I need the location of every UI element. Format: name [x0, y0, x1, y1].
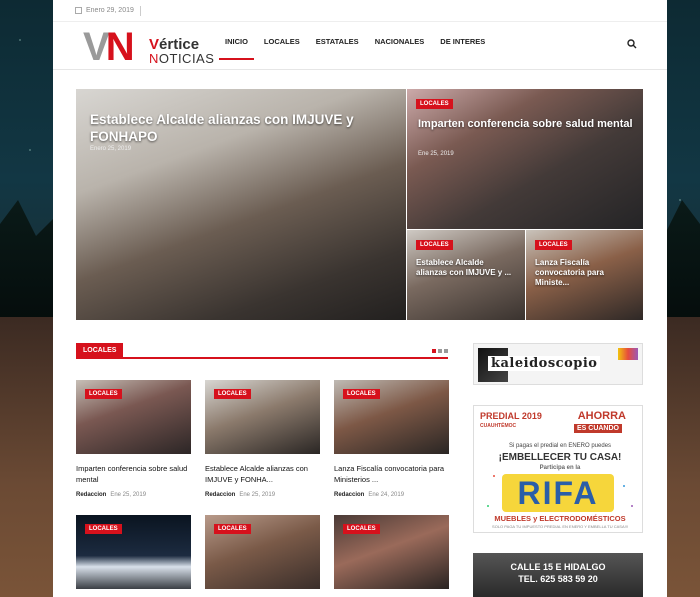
ad-address-line1: CALLE 15 E HIDALGO: [510, 562, 606, 572]
article-date: Ene 24, 2019: [368, 492, 405, 498]
hero-right-bottom-left-title[interactable]: Establece Alcalde alianzas con IMJUVE y …: [416, 258, 516, 278]
site-header: VN Vértice NOTICIAS INICIO LOCALES ESTAT…: [53, 22, 667, 70]
calendar-icon: [75, 7, 82, 14]
article-date: Ene 25, 2019: [239, 492, 276, 498]
pager-next-button[interactable]: [438, 349, 442, 353]
divider: [139, 5, 141, 16]
article-image[interactable]: LOCALES: [76, 515, 191, 589]
ad-es-cuando: ES CUANDO: [573, 424, 622, 433]
article-card[interactable]: LOCALES Establece Alcalde alianzas con I…: [205, 380, 320, 498]
hero-right-bottom-right-title[interactable]: Lanza Fiscalía convocatoria para Ministe…: [535, 258, 635, 288]
category-badge[interactable]: LOCALES: [214, 389, 251, 399]
ad-fine-print: SOLO PAGA TU IMPUESTO PREDIAL EN ENERO Y…: [492, 524, 628, 529]
hero-main-article[interactable]: Establece Alcalde alianzas con IMJUVE y …: [76, 89, 406, 320]
logo-word-noticias: NOTICIAS: [149, 51, 215, 66]
category-badge[interactable]: LOCALES: [416, 99, 453, 109]
article-meta: Redaccion Ene 24, 2019: [334, 492, 449, 498]
article-title[interactable]: Lanza Fiscalía convocatoria para Ministe…: [334, 463, 449, 485]
ad-muebles: MUEBLES y ELECTRODOMÉSTICOS: [494, 514, 626, 523]
ad-address-line2: TEL. 625 583 59 20: [518, 574, 598, 584]
nav-item-de-interes[interactable]: DE INTERES: [432, 22, 493, 70]
category-badge[interactable]: LOCALES: [343, 524, 380, 534]
ad-address-banner[interactable]: CALLE 15 E HIDALGO TEL. 625 583 59 20: [473, 553, 643, 597]
article-image[interactable]: LOCALES: [76, 380, 191, 454]
article-title[interactable]: Imparten conferencia sobre salud mental: [76, 463, 191, 485]
article-card[interactable]: LOCALES Lanza Fiscalía convocatoria para…: [334, 380, 449, 498]
top-bar: Enero 29, 2019: [53, 0, 667, 22]
site-logo[interactable]: VN Vértice NOTICIAS: [83, 27, 218, 69]
category-badge[interactable]: LOCALES: [343, 389, 380, 399]
ad-predial-rifa[interactable]: PREDIAL 2019 AHORRA ES CUANDO CUAUHTÉMOC…: [473, 405, 643, 533]
ad-pencils-graphic: [618, 348, 638, 360]
section-header: LOCALES: [76, 343, 448, 359]
article-date: Ene 25, 2019: [110, 492, 147, 498]
hero-main-title[interactable]: Establece Alcalde alianzas con IMJUVE y …: [90, 111, 360, 145]
article-image[interactable]: LOCALES: [205, 515, 320, 589]
category-badge[interactable]: LOCALES: [416, 240, 453, 250]
article-author[interactable]: Redaccion: [205, 492, 235, 498]
ad-kaleidoscopio-text: kaleidoscopio: [488, 356, 601, 371]
pager-next-button[interactable]: [444, 349, 448, 353]
ad-embellecer: ¡EMBELLECER TU CASA!: [498, 452, 622, 463]
search-icon[interactable]: [627, 36, 637, 49]
hero-right-top-article[interactable]: LOCALES Imparten conferencia sobre salud…: [407, 89, 643, 229]
article-meta: Redaccion Ene 25, 2019: [76, 492, 191, 498]
ad-ahorra: AHORRA: [577, 410, 626, 422]
article-image[interactable]: LOCALES: [334, 380, 449, 454]
nav-item-locales[interactable]: LOCALES: [256, 22, 308, 70]
article-card[interactable]: LOCALES: [334, 515, 449, 589]
nav-item-nacionales[interactable]: NACIONALES: [367, 22, 433, 70]
article-author[interactable]: Redaccion: [76, 492, 106, 498]
article-card[interactable]: LOCALES: [76, 515, 191, 589]
locales-section: LOCALES LOCALES Imparten conferencia sob…: [76, 343, 449, 589]
nav-item-inicio[interactable]: INICIO: [217, 22, 256, 70]
category-badge[interactable]: LOCALES: [85, 524, 122, 534]
category-badge[interactable]: LOCALES: [85, 389, 122, 399]
article-meta: Redaccion Ene 25, 2019: [205, 492, 320, 498]
nav-item-estatales[interactable]: ESTATALES: [308, 22, 367, 70]
category-badge[interactable]: LOCALES: [214, 524, 251, 534]
article-card[interactable]: LOCALES Imparten conferencia sobre salud…: [76, 380, 191, 498]
page-container: Enero 29, 2019 VN Vértice NOTICIAS INICI…: [53, 0, 667, 597]
section-label[interactable]: LOCALES: [76, 343, 124, 359]
current-date: Enero 29, 2019: [86, 7, 134, 14]
article-card[interactable]: LOCALES: [205, 515, 320, 589]
ad-org-name: CUAUHTÉMOC: [480, 423, 517, 429]
ad-rifa: RIFA: [502, 474, 614, 512]
logo-mark: VN: [83, 25, 135, 69]
ad-kaleidoscopio[interactable]: kaleidoscopio: [473, 343, 643, 385]
article-title[interactable]: Establece Alcalde alianzas con IMJUVE y …: [205, 463, 320, 485]
hero-grid: Establece Alcalde alianzas con IMJUVE y …: [76, 89, 643, 320]
hero-right-top-title[interactable]: Imparten conferencia sobre salud mental: [418, 117, 638, 131]
pager-prev-button[interactable]: [432, 349, 436, 353]
article-image[interactable]: LOCALES: [334, 515, 449, 589]
section-pager: [432, 349, 448, 353]
ad-predial-title: PREDIAL 2019: [480, 411, 542, 421]
ad-line1: Si pagas el predial en ENERO puedes: [508, 443, 612, 449]
hero-right-top-date: Ene 25, 2019: [418, 151, 454, 157]
article-author[interactable]: Redaccion: [334, 492, 364, 498]
ad-participa: Participa en la: [539, 465, 581, 471]
article-image[interactable]: LOCALES: [205, 380, 320, 454]
hero-right-bottom-right-article[interactable]: LOCALES Lanza Fiscalía convocatoria para…: [526, 230, 643, 320]
hero-right-bottom-left-article[interactable]: LOCALES Establece Alcalde alianzas con I…: [407, 230, 525, 320]
category-badge[interactable]: LOCALES: [535, 240, 572, 250]
main-nav: INICIO LOCALES ESTATALES NACIONALES DE I…: [217, 22, 493, 70]
hero-main-date: Enero 25, 2019: [90, 146, 132, 152]
